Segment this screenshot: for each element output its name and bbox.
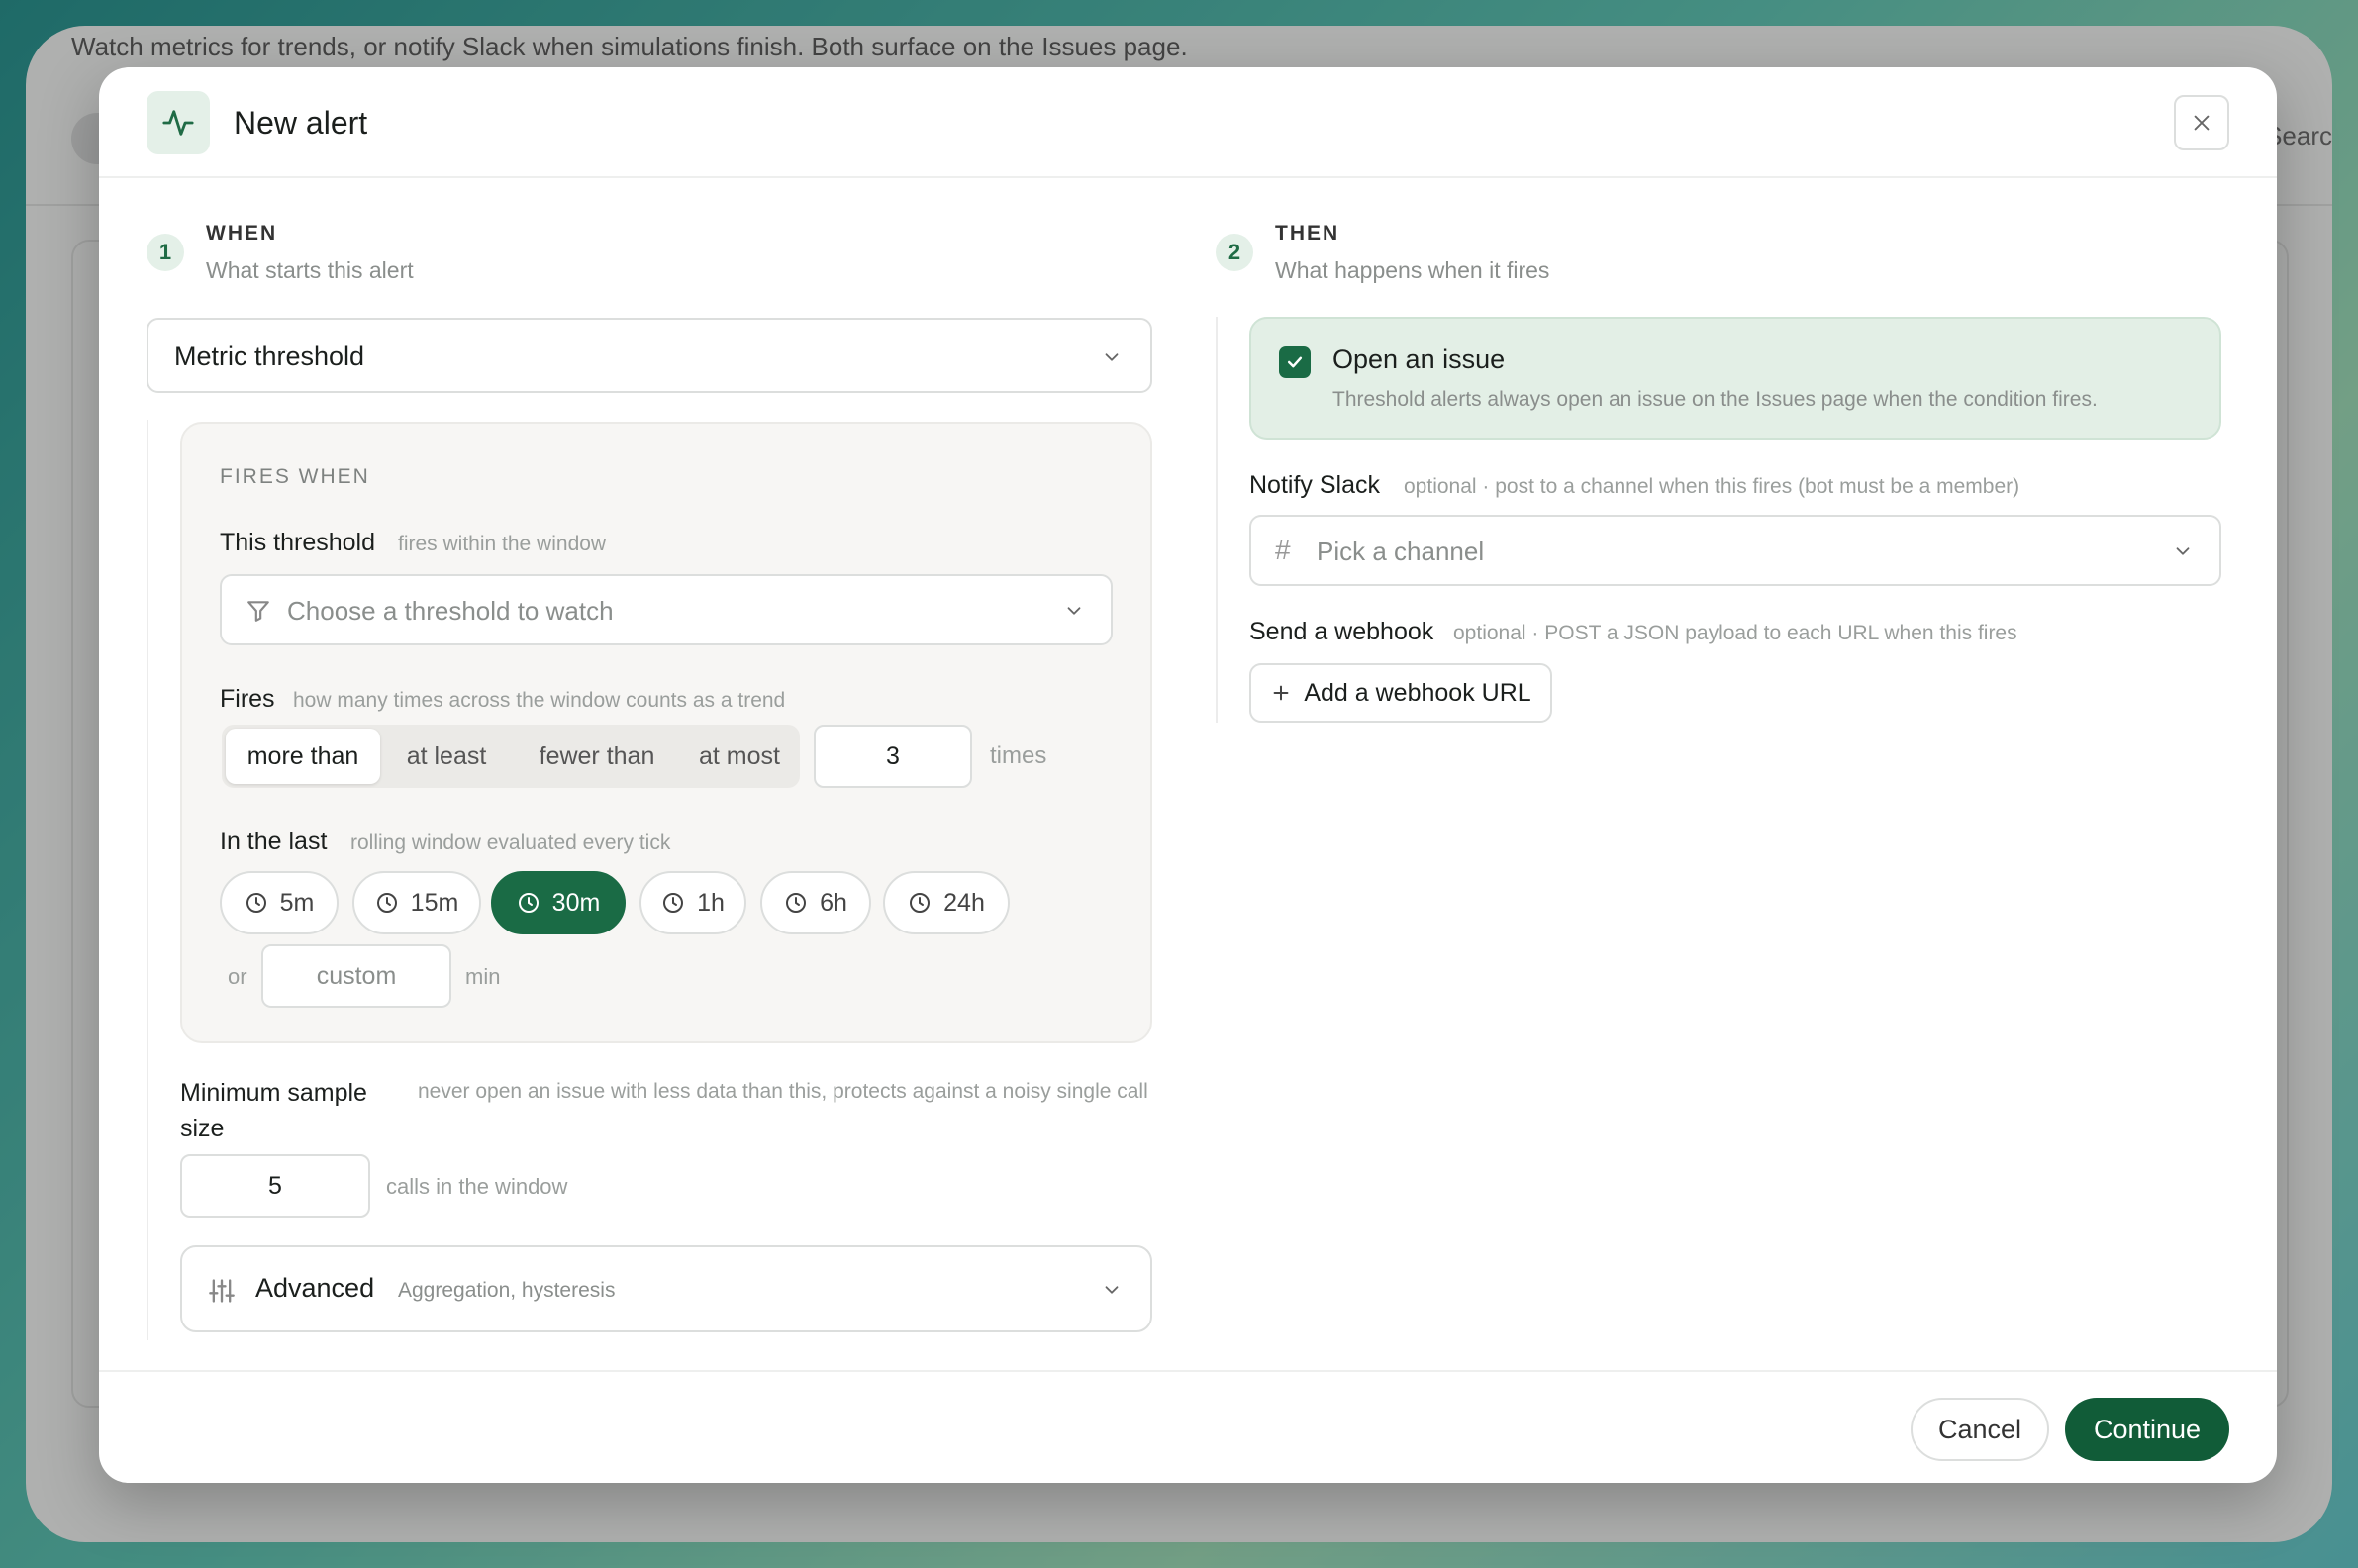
fires-when-title: FIRES WHEN [220, 465, 370, 488]
continue-button[interactable]: Continue [2065, 1398, 2229, 1461]
chevron-down-icon [1105, 353, 1119, 361]
advanced-section-toggle[interactable]: Advanced Aggregation, hysteresis [180, 1245, 1152, 1332]
window-hint: rolling window evaluated every tick [350, 832, 671, 854]
open-issue-option: Open an issue Threshold alerts always op… [1249, 317, 2221, 440]
chevron-down-icon [1105, 1286, 1119, 1294]
min-sample-unit: calls in the window [386, 1174, 568, 1199]
slack-channel-select[interactable]: # Pick a channel [1249, 515, 2221, 586]
custom-window-unit: min [465, 964, 501, 989]
fires-count-unit: times [990, 742, 1047, 769]
close-icon [2194, 115, 2210, 131]
min-sample-hint: never open an issue with less data than … [418, 1080, 1148, 1103]
min-sample-input[interactable]: 5 [180, 1154, 370, 1218]
comparator-fewer-than[interactable]: fewer than [513, 729, 681, 784]
modal-header: New alert [99, 67, 2277, 178]
step-label-when: WHEN [206, 222, 278, 245]
open-issue-checkbox[interactable] [1279, 346, 1311, 378]
plus-icon [1273, 685, 1289, 701]
clock-icon [518, 893, 539, 913]
window-option-label: 1h [697, 888, 725, 917]
threshold-select[interactable]: Choose a threshold to watch [220, 574, 1113, 645]
threshold-label: This threshold [220, 529, 376, 556]
window-option-label: 15m [410, 888, 459, 917]
webhook-label: Send a webhook [1249, 618, 1434, 645]
window-option-1h[interactable]: 1h [639, 871, 746, 934]
clock-icon [663, 893, 684, 913]
cancel-button[interactable]: Cancel [1911, 1398, 2049, 1461]
window-option-15m[interactable]: 15m [352, 871, 481, 934]
min-sample-label: Minimum sample size [180, 1079, 367, 1142]
custom-window-or: or [228, 964, 247, 989]
clock-icon [246, 893, 266, 913]
open-issue-label: Open an issue [1332, 344, 1506, 374]
window-option-label: 24h [943, 888, 985, 917]
clock-icon [786, 893, 807, 913]
step-number-when: 1 [147, 234, 184, 271]
threshold-hint: fires within the window [398, 533, 607, 555]
step-number-then: 2 [1216, 234, 1253, 271]
window-option-6h[interactable]: 6h [760, 871, 871, 934]
trigger-type-select[interactable]: Metric threshold [147, 318, 1152, 393]
advanced-label: Advanced [255, 1273, 375, 1303]
fires-label: Fires [220, 685, 275, 713]
window-option-5m[interactable]: 5m [220, 871, 339, 934]
slack-label: Notify Slack [1249, 471, 1380, 499]
slack-channel-placeholder: Pick a channel [1317, 537, 1485, 566]
window-option-label: 30m [551, 888, 601, 917]
custom-window-input[interactable]: custom [261, 944, 451, 1008]
fires-comparator-segmented: more than at least fewer than at most [222, 725, 800, 788]
step-description-when: What starts this alert [206, 257, 414, 283]
comparator-at-least[interactable]: at least [382, 729, 511, 784]
new-alert-modal: New alert 1 WHEN What starts this alert … [99, 67, 2277, 1483]
fires-count-input[interactable]: 3 [814, 725, 972, 788]
window-option-label: 5m [279, 888, 315, 917]
close-button[interactable] [2174, 95, 2229, 150]
fires-hint: how many times across the window counts … [293, 689, 786, 712]
modal-title: New alert [234, 105, 368, 141]
clock-icon [910, 893, 931, 913]
checkmark-icon [1287, 356, 1303, 368]
clock-icon [376, 893, 397, 913]
slack-hint: optional · post to a channel when this f… [1404, 475, 2020, 498]
modal-footer: Cancel Continue [99, 1370, 2277, 1483]
step-label-then: THEN [1275, 222, 1340, 245]
step-description-then: What happens when it fires [1275, 257, 1550, 283]
chevron-down-icon [2176, 547, 2190, 555]
hash-icon: # [1275, 535, 1291, 565]
add-webhook-label: Add a webhook URL [1304, 678, 1531, 707]
then-rail [1216, 317, 1218, 723]
when-rail [147, 420, 148, 1340]
fires-when-panel: FIRES WHEN This threshold fires within t… [180, 422, 1152, 1043]
window-label: In the last [220, 828, 328, 855]
comparator-more-than[interactable]: more than [226, 729, 380, 784]
window-option-label: 6h [820, 888, 847, 917]
advanced-hint: Aggregation, hysteresis [398, 1279, 616, 1302]
trigger-type-value: Metric threshold [174, 342, 365, 371]
activity-pulse-icon [147, 91, 210, 154]
open-issue-description: Threshold alerts always open an issue on… [1332, 388, 2098, 411]
window-option-24h[interactable]: 24h [883, 871, 1010, 934]
add-webhook-button[interactable]: Add a webhook URL [1249, 663, 1552, 723]
threshold-placeholder: Choose a threshold to watch [287, 596, 614, 626]
window-option-30m[interactable]: 30m [491, 871, 626, 934]
sliders-icon [209, 1279, 235, 1303]
comparator-at-most[interactable]: at most [683, 729, 796, 784]
webhook-hint: optional · POST a JSON payload to each U… [1453, 622, 2017, 644]
chevron-down-icon [1067, 607, 1081, 615]
filter-icon [247, 601, 269, 622]
